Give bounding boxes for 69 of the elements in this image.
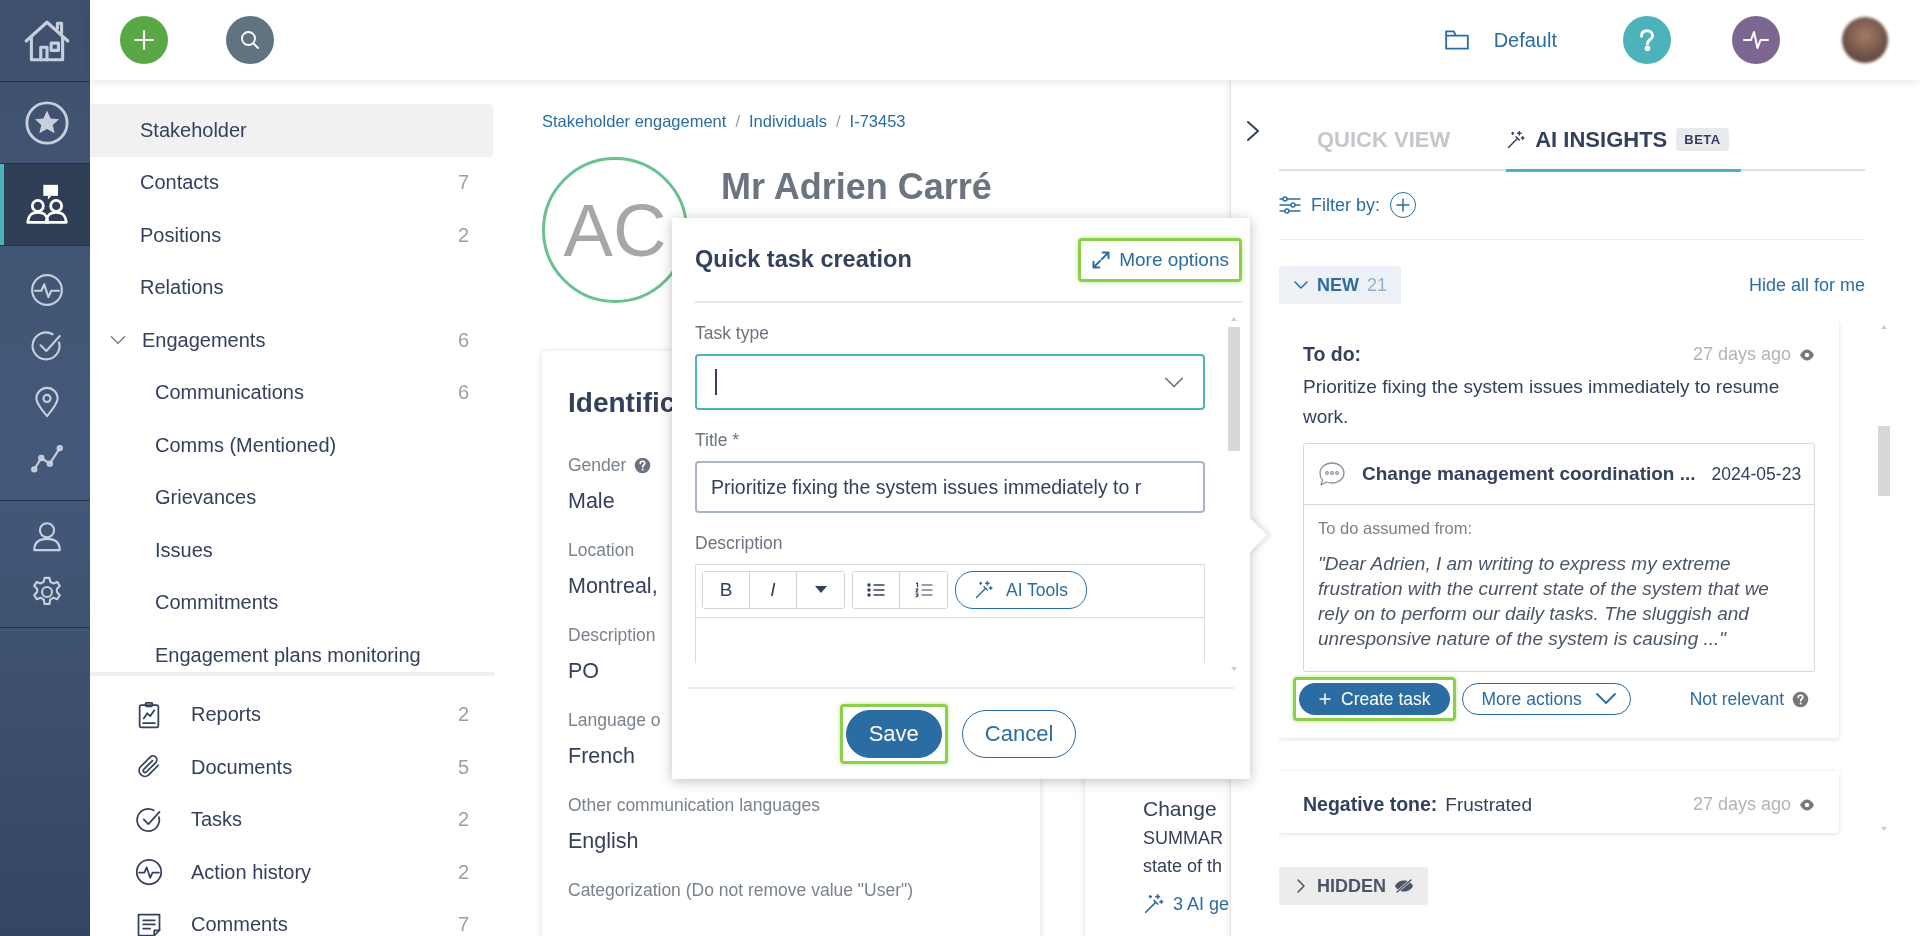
nav-item[interactable]: Stakeholder [90,104,493,157]
field-label: Gender [568,454,627,476]
nav-item[interactable]: Contacts 7 [90,156,493,209]
timestamp: 27 days ago [1692,344,1791,365]
record-name: Mr Adrien Carré [721,166,992,208]
source-quote: "Dear Adrien, I am writing to express my extreme frustration with the current state of the system that we rely on to perform our daily tasks. The sluggish and unresponsive nature of the system is causing ..." [1318,552,1770,651]
field-value: Montreal, [568,574,658,600]
nav-item[interactable]: Positions 2 [90,209,493,262]
source-caption: To do assumed from: [1318,519,1474,538]
card-title: Change [1143,797,1217,821]
insight-heading: To do: [1303,343,1362,366]
nav-item[interactable]: Issues [90,524,493,577]
field-label: Categorization (Do not remove value "User") [568,879,914,901]
card-title: Identific [568,387,676,419]
nav-item[interactable]: Engagement plans monitoring [90,629,493,682]
bold-button[interactable]: B [703,572,750,608]
nav-item[interactable]: Grievances [90,471,493,524]
save-button[interactable]: Save [845,710,942,758]
nav-item[interactable]: Comms (Mentioned) [90,419,493,472]
nav-item[interactable]: Comments 7 [90,898,493,936]
field-value: English [568,829,639,855]
field-label: Language o [568,709,661,731]
nav-item[interactable]: Tasks 2 [90,793,493,846]
nav-item[interactable]: Reports 2 [90,688,493,741]
insight-heading: Negative tone: [1303,793,1438,816]
summary-text: state of th [1143,856,1223,877]
nav-item[interactable]: Relations [90,261,493,314]
nav-item[interactable]: Action history 2 [90,846,493,899]
breadcrumb-separator: / [735,112,740,131]
timestamp: 27 days ago [1692,794,1791,815]
filter-label: Filter by: [1311,194,1380,216]
cancel-button[interactable]: Cancel [961,710,1077,758]
field-label: Location [568,539,635,561]
field-label: Task type [695,323,770,344]
breadcrumb-separator: / [835,112,841,131]
beta-badge: BETA [1676,128,1729,151]
nav-item[interactable]: Engagements 6 [90,314,493,367]
more-options-button[interactable]: More options [1084,243,1236,276]
description-editor[interactable]: B I AI Tools [695,564,1205,663]
title-field[interactable]: Prioritize fixing the system issues immediately to r [695,461,1205,513]
ai-link[interactable]: 3 AI ge [1173,893,1230,915]
nav-item[interactable]: Commitments [90,576,493,629]
hide-all-link[interactable]: Hide all for me [1748,274,1865,296]
nav-item[interactable]: Communications 6 [90,366,493,419]
ai-tools-button[interactable]: AI Tools [955,571,1087,609]
not-relevant-button[interactable]: Not relevant [1689,688,1809,710]
field-label: Other communication languages [568,794,820,816]
source-date: 2024-05-23 [1711,463,1802,485]
field-label: Title * [695,430,741,451]
breadcrumb-link[interactable]: I-73453 [849,112,906,131]
field-label: Description [695,533,784,554]
insight-text: Frustrated [1445,793,1532,816]
field-label: Description [568,624,656,646]
more-actions-button[interactable]: More actions [1462,683,1631,715]
field-value: Male [568,489,615,515]
group-toggle[interactable]: HIDDEN [1279,867,1428,905]
panel-tab[interactable]: AI INSIGHTS BETA [1506,126,1741,172]
field-value: PO [568,659,600,685]
source-title[interactable]: Change management coordination ... [1362,463,1696,485]
workspace-link[interactable]: Default [1493,28,1557,52]
field-value: French [568,744,635,770]
group-toggle[interactable]: NEW 21 [1279,266,1402,304]
summary-text: SUMMAR [1143,828,1223,849]
nav-item[interactable]: Documents 5 [90,741,493,794]
dialog-title: Quick task creation [695,246,912,273]
breadcrumb-link[interactable]: Stakeholder engagement [542,112,727,131]
breadcrumb-link[interactable]: Individuals [749,112,827,131]
create-task-button[interactable]: Create task [1299,683,1451,715]
insight-text: Prioritize fixing the system issues immediately to resume work. [1303,375,1781,429]
